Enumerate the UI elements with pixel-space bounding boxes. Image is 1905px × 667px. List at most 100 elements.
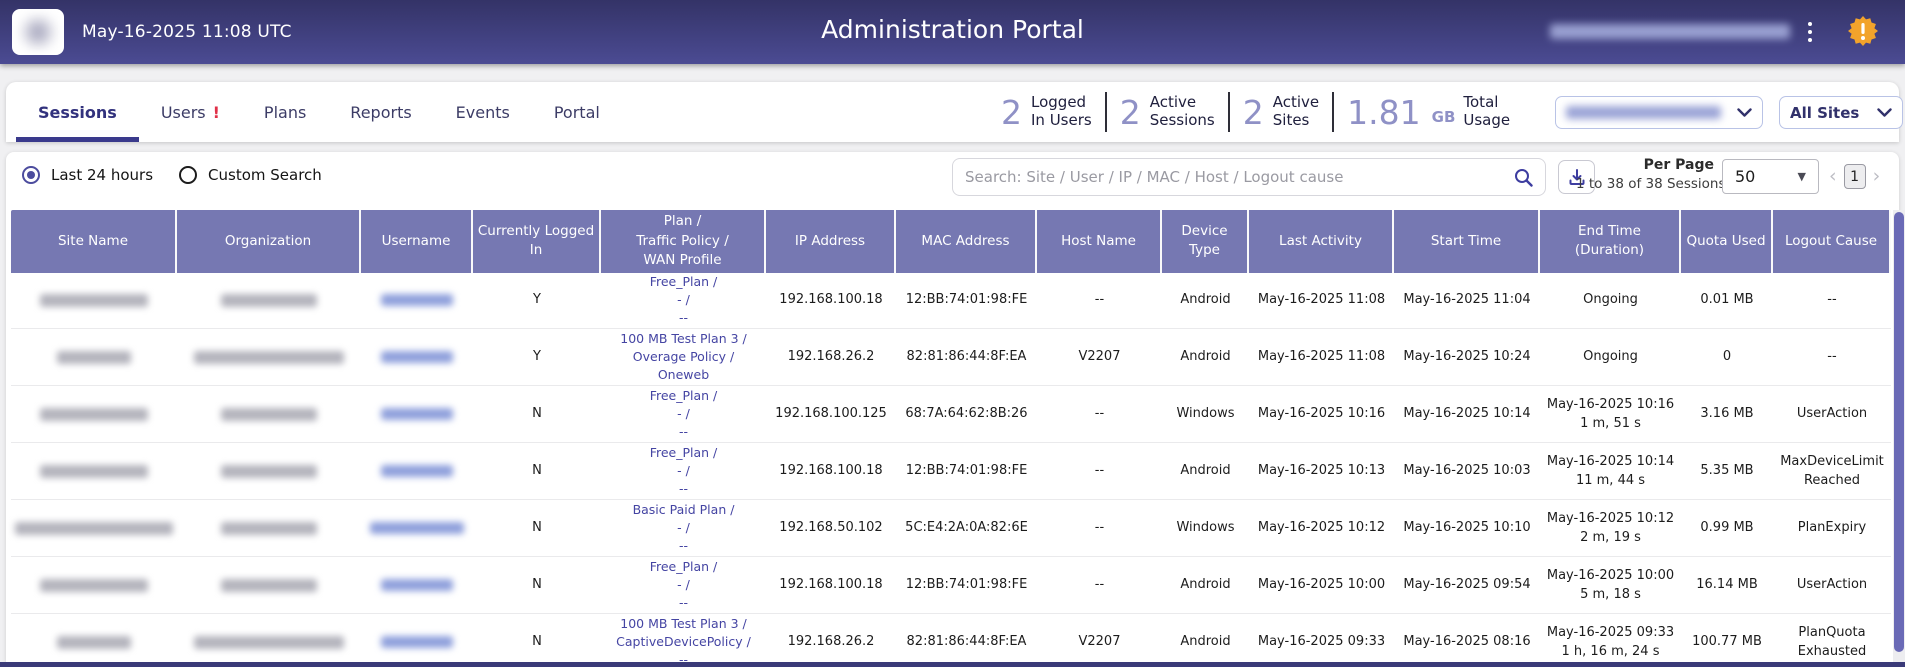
column-header-quota-used: Quota Used <box>1681 210 1773 273</box>
prev-page-icon[interactable]: ‹ <box>1829 167 1837 186</box>
cell-currently-logged-in: Y <box>473 329 601 385</box>
cell-username-link[interactable] <box>361 500 473 556</box>
cell-quota-used: 0.01 MB <box>1681 272 1773 328</box>
cell-username-link[interactable] <box>361 614 473 662</box>
cell-username-link[interactable] <box>361 386 473 442</box>
page-size-select[interactable]: 50 ▼ <box>1722 159 1819 194</box>
company-logo[interactable] <box>12 9 64 55</box>
stat-label: LoggedIn Users <box>1031 94 1092 129</box>
redacted-text <box>40 408 148 421</box>
user-email-redacted[interactable] <box>1550 24 1790 39</box>
stat-value: 2 <box>1120 93 1141 132</box>
session-search-box <box>952 158 1546 196</box>
cell-ip-address: 192.168.26.2 <box>766 614 896 662</box>
chevron-down-icon <box>1737 108 1752 118</box>
cell-mac-address: 82:81:86:44:8F:EA <box>896 329 1037 385</box>
redacted-text <box>57 351 131 364</box>
tab-reports[interactable]: Reports <box>328 82 433 142</box>
select-arrow-icon: ▼ <box>1798 170 1806 183</box>
organization-dropdown[interactable] <box>1555 96 1763 129</box>
column-header-host-name: Host Name <box>1037 210 1162 273</box>
sites-dropdown[interactable]: All Sites <box>1779 96 1903 129</box>
current-timestamp: May-16-2025 11:08 UTC <box>82 22 292 42</box>
cell-last-activity: May-16-2025 10:12 <box>1249 500 1394 556</box>
cell-device-type: Windows <box>1162 500 1249 556</box>
cell-organization <box>177 386 361 442</box>
tab-plans[interactable]: Plans <box>242 82 328 142</box>
cell-plan-policy-wan[interactable]: Free_Plan /- /-- <box>601 443 766 499</box>
column-header-ip-address: IP Address <box>766 210 896 273</box>
column-header-site-name: Site Name <box>11 210 177 273</box>
sites-dropdown-value: All Sites <box>1790 104 1859 122</box>
tab-portal[interactable]: Portal <box>532 82 622 142</box>
tab-users[interactable]: Users! <box>139 82 242 142</box>
radio-last-24-hours[interactable]: Last 24 hours <box>22 166 153 184</box>
page-size-value: 50 <box>1735 167 1755 186</box>
top-bar: May-16-2025 11:08 UTC Administration Por… <box>0 0 1905 64</box>
cell-username-link[interactable] <box>361 329 473 385</box>
stat-value: 2 <box>1001 93 1022 132</box>
stat-value: 1.81 <box>1347 93 1420 132</box>
cell-end-time-duration: Ongoing <box>1540 272 1681 328</box>
tab-events[interactable]: Events <box>434 82 532 142</box>
column-header-end-time: End Time(Duration) <box>1540 210 1681 273</box>
time-filter-radios: Last 24 hours Custom Search <box>22 166 322 184</box>
search-icon[interactable] <box>1514 168 1533 187</box>
redacted-link-text <box>381 465 453 477</box>
cell-username-link[interactable] <box>361 272 473 328</box>
cell-ip-address: 192.168.100.18 <box>766 443 896 499</box>
vertical-scrollbar[interactable] <box>1893 210 1905 662</box>
cell-host-name: -- <box>1037 386 1162 442</box>
stat-label: ActiveSites <box>1273 94 1319 129</box>
cell-plan-policy-wan[interactable]: 100 MB Test Plan 3 /CaptiveDevicePolicy … <box>601 614 766 662</box>
cell-logout-cause: -- <box>1773 329 1891 385</box>
table-row: N 100 MB Test Plan 3 /CaptiveDevicePolic… <box>11 614 1891 662</box>
redacted-text <box>57 636 131 649</box>
redacted-text <box>40 465 148 478</box>
cell-plan-policy-wan[interactable]: Free_Plan /- /-- <box>601 272 766 328</box>
cell-username-link[interactable] <box>361 443 473 499</box>
cell-last-activity: May-16-2025 10:16 <box>1249 386 1394 442</box>
stat-divider <box>1332 92 1334 132</box>
cell-end-time-duration: May-16-2025 10:122 m, 19 s <box>1540 500 1681 556</box>
cell-plan-policy-wan[interactable]: Basic Paid Plan /- /-- <box>601 500 766 556</box>
cell-host-name: -- <box>1037 500 1162 556</box>
column-header-device-type: Device Type <box>1162 210 1249 273</box>
column-header-organization: Organization <box>177 210 361 273</box>
cell-quota-used: 0 <box>1681 329 1773 385</box>
cell-mac-address: 82:81:86:44:8F:EA <box>896 614 1037 662</box>
scrollbar-thumb[interactable] <box>1894 212 1904 652</box>
stat-value: 2 <box>1243 93 1264 132</box>
bottom-divider <box>0 662 1905 667</box>
warning-badge-icon[interactable] <box>1847 15 1879 47</box>
cell-start-time: May-16-2025 10:14 <box>1394 386 1540 442</box>
search-input[interactable] <box>965 168 1514 186</box>
redacted-text <box>221 465 317 478</box>
cell-currently-logged-in: N <box>473 386 601 442</box>
cell-plan-policy-wan[interactable]: Free_Plan /- /-- <box>601 557 766 613</box>
redacted-link-text <box>381 579 453 591</box>
chevron-down-icon <box>1877 108 1892 118</box>
current-page-button[interactable]: 1 <box>1844 164 1866 189</box>
cell-host-name: V2207 <box>1037 329 1162 385</box>
cell-logout-cause: PlanExpiry <box>1773 500 1891 556</box>
cell-last-activity: May-16-2025 11:08 <box>1249 272 1394 328</box>
next-page-icon[interactable]: › <box>1873 167 1881 186</box>
kebab-menu-icon[interactable] <box>1800 18 1820 48</box>
tab-sessions[interactable]: Sessions <box>16 82 139 142</box>
radio-custom-search[interactable]: Custom Search <box>179 166 322 184</box>
cell-plan-policy-wan[interactable]: Free_Plan /- /-- <box>601 386 766 442</box>
cell-quota-used: 100.77 MB <box>1681 614 1773 662</box>
stat-label: ActiveSessions <box>1150 94 1215 129</box>
cell-username-link[interactable] <box>361 557 473 613</box>
table-body: Y Free_Plan /- /-- 192.168.100.18 12:BB:… <box>11 272 1891 662</box>
column-header-start-time: Start Time <box>1394 210 1540 273</box>
redacted-text <box>221 522 317 535</box>
cell-plan-policy-wan[interactable]: 100 MB Test Plan 3 /Overage Policy /Onew… <box>601 329 766 385</box>
column-header-mac-address: MAC Address <box>896 210 1037 273</box>
table-row: N Basic Paid Plan /- /-- 192.168.50.102 … <box>11 500 1891 557</box>
cell-end-time-duration: May-16-2025 10:005 m, 18 s <box>1540 557 1681 613</box>
cell-currently-logged-in: N <box>473 614 601 662</box>
table-header-row: Site NameOrganizationUsernameCurrently L… <box>11 210 1891 272</box>
cell-last-activity: May-16-2025 09:33 <box>1249 614 1394 662</box>
